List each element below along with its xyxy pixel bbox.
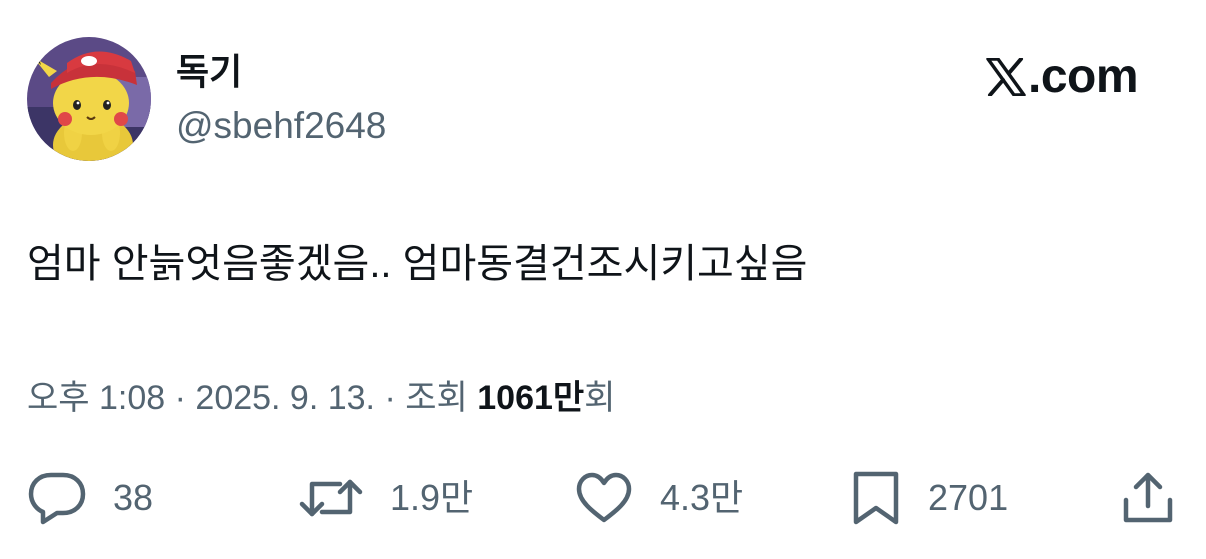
like-count: 4.3만 [660,477,744,518]
meta-separator: · [375,379,406,417]
meta-separator: · [165,379,196,417]
tweet-date[interactable]: 2025. 9. 13. [195,379,375,417]
views-suffix: 회 [584,379,616,417]
reply-button[interactable]: 38 [27,470,153,526]
share-upload-icon [1120,470,1176,526]
repost-count: 1.9만 [390,477,474,518]
tweet-time[interactable]: 오후 1:08 [27,379,165,417]
heart-icon [574,470,634,526]
tweet-meta: 오후 1:08 · 2025. 9. 13. · 조회 1061만회 [27,376,615,420]
x-logo-icon [986,58,1026,96]
bookmark-button[interactable]: 2701 [850,470,1008,526]
repost-button[interactable]: 1.9만 [298,470,473,526]
views-label: 조회 [405,379,468,417]
reply-bubble-icon [27,470,87,526]
bookmark-icon [850,470,902,526]
author-display-name[interactable]: 독기 [176,50,242,94]
views-count: 1061만 [477,379,585,417]
bookmark-count: 2701 [928,477,1009,518]
brand-logo: .com [986,50,1139,104]
author-avatar[interactable] [27,37,151,161]
like-button[interactable]: 4.3만 [574,470,743,526]
reply-count: 38 [113,477,154,518]
repost-icon [298,470,364,526]
brand-suffix: .com [1028,50,1139,103]
pikachu-avatar-image [27,37,151,161]
share-button[interactable] [1120,470,1176,526]
tweet-text: 엄마 안늙엇음좋겠음.. 엄마동결건조시키고싶음 [27,242,808,286]
author-handle[interactable]: @sbehf2648 [176,104,386,148]
